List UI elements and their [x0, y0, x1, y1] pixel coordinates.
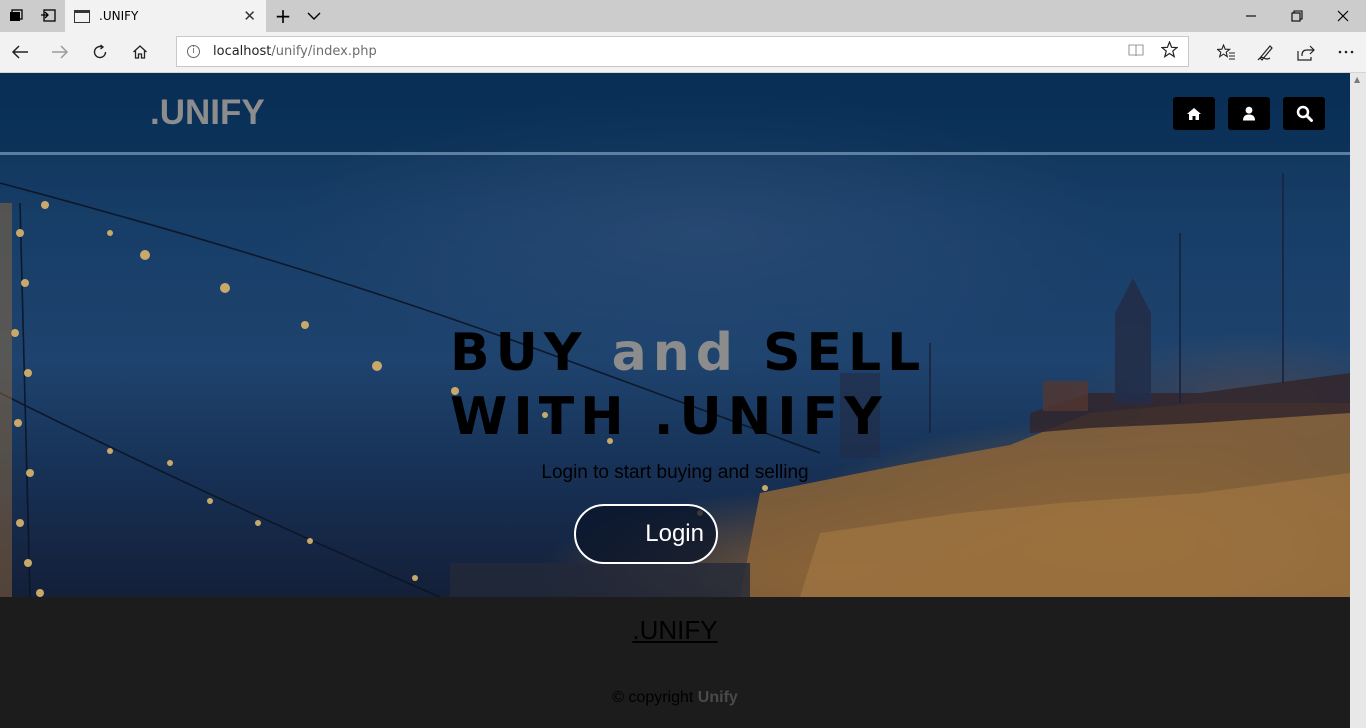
restore-icon[interactable] — [1274, 0, 1320, 32]
headline-sell: SELL — [738, 323, 927, 383]
refresh-icon[interactable] — [88, 40, 112, 64]
search-icon — [1296, 105, 1313, 122]
site-header: .UNIFY — [0, 73, 1350, 155]
home-icon — [1187, 107, 1201, 120]
restore-tabs-icon[interactable] — [38, 6, 58, 26]
search-nav-button[interactable] — [1283, 97, 1325, 130]
tab-close-icon[interactable]: ✕ — [243, 7, 256, 25]
login-button-label: Login — [645, 520, 704, 547]
home-nav-button[interactable] — [1173, 97, 1215, 130]
pen-icon[interactable] — [1254, 40, 1278, 64]
favorite-star-icon[interactable] — [1160, 40, 1179, 63]
login-button[interactable]: Login — [574, 504, 718, 564]
close-icon[interactable] — [1320, 0, 1366, 32]
browser-nav-bar: i localhost/unify/index.php — [0, 32, 1366, 73]
back-icon[interactable] — [8, 40, 32, 64]
scroll-up-icon[interactable]: ▲ — [1354, 75, 1360, 84]
copyright-text: © copyright Unify — [0, 689, 1350, 707]
headline-buy: BUY — [450, 323, 612, 383]
page-icon — [74, 9, 90, 23]
hero-headline: BUY and SELL WITH .UNIFY — [450, 321, 926, 449]
share-icon[interactable] — [1294, 40, 1318, 64]
footer-brand-text: .UNIFY — [632, 615, 718, 645]
site-footer: .UNIFY © copyright Unify — [0, 597, 1350, 728]
active-tab[interactable]: .UNIFY ✕ — [65, 0, 266, 32]
reading-view-icon[interactable] — [1128, 43, 1144, 61]
headline-and: and — [611, 323, 739, 383]
browser-tab-bar: .UNIFY ✕ + — [0, 0, 1366, 32]
user-icon — [1243, 106, 1255, 121]
minimize-icon[interactable] — [1228, 0, 1274, 32]
user-nav-button[interactable] — [1228, 97, 1270, 130]
address-url[interactable]: localhost/unify/index.php — [213, 44, 377, 59]
headline-line-1: BUY and SELL — [450, 321, 926, 385]
page-scrollbar[interactable]: ▲ — [1350, 73, 1366, 728]
new-tab-icon[interactable]: + — [273, 4, 293, 28]
tab-list-icon[interactable] — [304, 6, 324, 26]
site-logo[interactable]: .UNIFY — [150, 93, 265, 133]
set-aside-tabs-icon[interactable] — [6, 6, 26, 26]
page-viewport: .UNIFY BUY and SELL WITH .UNIFY Login to… — [0, 73, 1366, 728]
site-info-icon[interactable]: i — [187, 45, 200, 58]
address-path: /unify/index.php — [271, 44, 377, 59]
address-bar[interactable]: i localhost/unify/index.php — [176, 36, 1189, 67]
headline-line-2: WITH .UNIFY — [450, 387, 888, 447]
footer-brand-link[interactable]: .UNIFY — [0, 615, 1350, 646]
more-icon[interactable] — [1334, 40, 1358, 64]
forward-icon[interactable] — [48, 40, 72, 64]
favorites-hub-icon[interactable] — [1214, 40, 1238, 64]
address-host: localhost — [213, 44, 272, 59]
tab-title: .UNIFY — [99, 9, 139, 23]
copyright-prefix: © copyright — [612, 689, 698, 706]
hero-tagline: Login to start buying and selling — [541, 462, 809, 483]
hero-section: .UNIFY BUY and SELL WITH .UNIFY Login to… — [0, 73, 1350, 597]
copyright-name: Unify — [697, 689, 738, 706]
home-icon[interactable] — [128, 40, 152, 64]
